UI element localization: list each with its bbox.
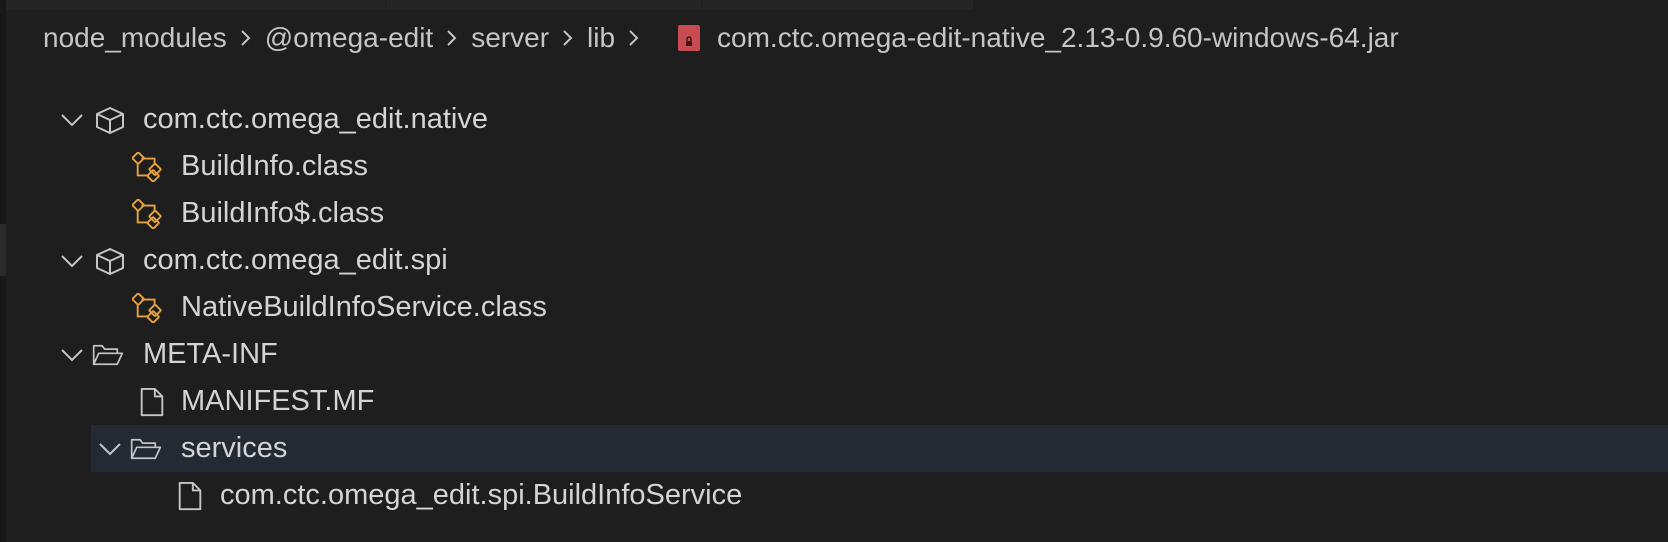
jar-file-icon — [677, 24, 701, 52]
tree-item-label: services — [181, 432, 288, 464]
chevron-down-icon[interactable] — [58, 106, 86, 134]
tree-item-meta-inf[interactable]: META-INF — [0, 331, 1668, 378]
chevron-down-icon[interactable] — [96, 435, 124, 463]
tree-item-label: MANIFEST.MF — [181, 385, 375, 417]
class-icon — [132, 152, 162, 182]
tree-item-label: BuildInfo$.class — [181, 197, 385, 229]
folder-open-icon — [92, 344, 124, 366]
chevron-right-icon — [439, 16, 465, 60]
breadcrumb: node_modules @omega-edit server lib com.… — [43, 16, 1399, 60]
tree-item-label: BuildInfo.class — [181, 150, 368, 182]
tree-item-services[interactable]: services — [91, 425, 1668, 472]
breadcrumb-item-node-modules[interactable]: node_modules — [43, 22, 227, 54]
chevron-right-icon — [621, 16, 647, 60]
tree-item-label: com.ctc.omega_edit.spi.BuildInfoService — [220, 479, 743, 511]
tree-item-label: NativeBuildInfoService.class — [181, 291, 547, 323]
tree-item-manifest[interactable]: MANIFEST.MF — [0, 378, 1668, 425]
package-icon — [96, 107, 124, 134]
package-icon — [96, 248, 124, 275]
tab[interactable] — [702, 0, 974, 10]
tree-item-package-native[interactable]: com.ctc.omega_edit.native — [0, 96, 1668, 143]
file-tree: com.ctc.omega_edit.native BuildInfo.clas… — [0, 96, 1668, 519]
file-icon — [140, 387, 164, 417]
tree-item-buildinfo-dollar-class[interactable]: BuildInfo$.class — [0, 190, 1668, 237]
class-icon — [132, 199, 162, 229]
tab[interactable] — [6, 0, 386, 10]
chevron-down-icon[interactable] — [58, 247, 86, 275]
breadcrumb-item-jar-file[interactable]: com.ctc.omega-edit-native_2.13-0.9.60-wi… — [717, 22, 1399, 54]
tree-item-buildinfo-class[interactable]: BuildInfo.class — [0, 143, 1668, 190]
tree-item-label: META-INF — [143, 338, 278, 370]
tree-item-label: com.ctc.omega_edit.native — [143, 103, 488, 135]
breadcrumb-item-omega-edit[interactable]: @omega-edit — [265, 22, 434, 54]
tree-item-service-file[interactable]: com.ctc.omega_edit.spi.BuildInfoService — [0, 472, 1668, 519]
file-icon — [178, 481, 202, 511]
class-icon — [132, 293, 162, 323]
tree-item-label: com.ctc.omega_edit.spi — [143, 244, 448, 276]
explorer-view: node_modules @omega-edit server lib com.… — [0, 0, 1668, 542]
chevron-down-icon[interactable] — [58, 341, 86, 369]
breadcrumb-item-lib[interactable]: lib — [587, 22, 615, 54]
tree-item-native-service-class[interactable]: NativeBuildInfoService.class — [0, 284, 1668, 331]
tree-item-package-spi[interactable]: com.ctc.omega_edit.spi — [0, 237, 1668, 284]
breadcrumb-item-server[interactable]: server — [471, 22, 549, 54]
tab-strip — [6, 0, 1032, 10]
chevron-right-icon — [233, 16, 259, 60]
tab[interactable] — [386, 0, 702, 10]
folder-open-icon — [130, 438, 162, 460]
chevron-right-icon — [555, 16, 581, 60]
